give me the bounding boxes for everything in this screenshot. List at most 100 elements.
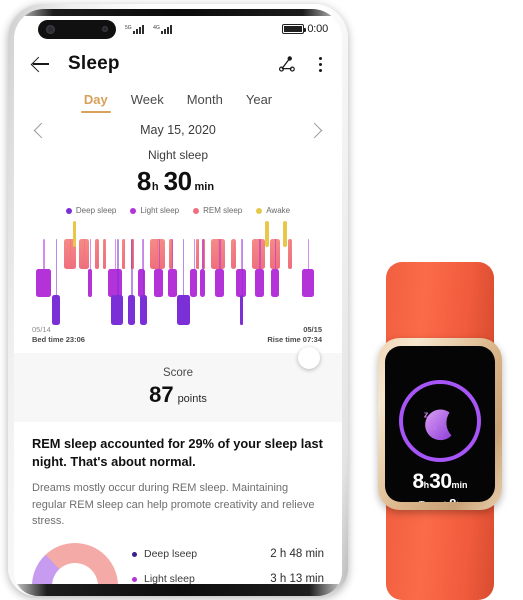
- tab-year[interactable]: Year: [246, 92, 272, 113]
- hypnogram-connector: [158, 239, 160, 297]
- total-sleep-duration: 8h 30 min: [14, 166, 342, 197]
- watch-sleep-duration: 8h30min: [385, 470, 495, 494]
- score-value: 87: [149, 382, 174, 407]
- hypnogram-connector: [241, 239, 243, 325]
- legend-label-light-sleep: Light sleep: [140, 206, 180, 215]
- hypnogram-connector: [69, 239, 72, 269]
- hypnogram-connector: [197, 239, 199, 269]
- camera-lens-icon: [46, 24, 55, 34]
- legend-dot-rem-sleep: [193, 207, 200, 214]
- legend-dot-awake: [256, 207, 263, 214]
- hypnogram-connector: [117, 239, 119, 325]
- sleep-minutes-unit: min: [194, 181, 215, 193]
- score-unit: points: [177, 393, 207, 405]
- watch-hours-value: 8: [412, 470, 424, 493]
- sleep-insight-section: REM sleep accounted for 29% of your slee…: [14, 422, 342, 529]
- signal-bars-icon-1: [133, 24, 145, 34]
- tab-day[interactable]: Day: [80, 92, 111, 113]
- bedtime-block: 05/14 Bed time 23:06: [32, 325, 85, 344]
- svg-text:z: z: [424, 409, 429, 420]
- scroll-fab-button[interactable]: [298, 347, 320, 369]
- score-value-row: 87 points: [14, 382, 342, 408]
- more-options-icon[interactable]: [315, 54, 326, 75]
- signal-indicator-2: 4G: [153, 24, 173, 34]
- hypnogram-segment: [283, 221, 287, 247]
- signal-indicator-1: 5G: [125, 24, 145, 34]
- hypnogram-segment: [72, 221, 77, 247]
- risetime-date: 05/15: [303, 325, 322, 334]
- insight-headline: REM sleep accounted for 29% of your slee…: [32, 436, 323, 470]
- stat-label-deep-sleep: Deep lseep: [144, 548, 198, 561]
- legend-label-awake: Awake: [266, 206, 291, 215]
- date-navigator: May 15, 2020: [14, 113, 342, 138]
- table-row: Deep lseep 2 h 48 min: [132, 548, 324, 560]
- camera-lens-secondary-icon: [102, 26, 108, 32]
- signal-bars-icon-2: [161, 24, 173, 34]
- chart-legend: Deep sleep Light sleep REM sleep Awake: [14, 206, 342, 215]
- sleep-hours-unit: h: [151, 181, 159, 193]
- watch-screen[interactable]: z z z 8h30min Target 8h: [385, 346, 495, 502]
- phone-bottom-bezel: [14, 584, 342, 596]
- hypnogram-connector: [202, 239, 204, 297]
- legend-label-rem-sleep: REM sleep: [203, 206, 243, 215]
- status-bar: 5G 4G 0:00: [14, 16, 342, 42]
- hypnogram-connector: [55, 239, 58, 325]
- chart-footer: 05/14 Bed time 23:06 05/15 Rise time 07:…: [14, 325, 342, 353]
- hypnogram-connector: [96, 239, 99, 269]
- legend-item-rem-sleep: REM sleep: [193, 206, 242, 215]
- status-bar-right: 0:00: [282, 23, 328, 35]
- watch-target-label: Target: [419, 500, 447, 502]
- chevron-right-icon[interactable]: [306, 122, 323, 138]
- hypnogram-plot-area: [30, 221, 326, 329]
- legend-dot-deep-sleep: [65, 207, 72, 214]
- share-icon[interactable]: [276, 53, 298, 75]
- chevron-left-icon[interactable]: [33, 122, 50, 138]
- back-arrow-icon[interactable]: [28, 51, 54, 77]
- smartwatch-device: z z z 8h30min Target 8h: [378, 262, 502, 600]
- hypnogram-connector: [219, 239, 221, 297]
- svg-text:z: z: [429, 417, 433, 426]
- hypnogram-connector: [193, 239, 195, 297]
- bedtime-date: 05/14: [32, 325, 51, 334]
- app-header: Sleep: [14, 42, 342, 86]
- stat-value-deep-sleep: 2 h 48 min: [270, 548, 324, 561]
- score-label: Score: [162, 367, 194, 379]
- camera-punchhole: [38, 19, 116, 39]
- sleep-minutes-value: 30: [163, 166, 192, 196]
- hypnogram-connector: [89, 239, 92, 297]
- hypnogram-segment: [265, 221, 269, 247]
- hypnogram-connector: [259, 239, 261, 297]
- period-tabs: Day Week Month Year: [14, 86, 342, 113]
- legend-label-deep-sleep: Deep sleep: [75, 206, 117, 215]
- hypnogram-connector: [132, 239, 134, 269]
- tab-week[interactable]: Week: [131, 92, 164, 113]
- phone-screen: 5G 4G 0:00 Sleep Day Week Month Year May…: [14, 9, 342, 596]
- stat-dot-deep-sleep: [132, 551, 137, 557]
- battery-icon: [282, 24, 307, 34]
- hypnogram-connector: [203, 239, 205, 269]
- legend-item-light-sleep: Light sleep: [130, 206, 179, 215]
- risetime-block: 05/15 Rise time 07:34: [267, 325, 322, 344]
- sleeping-moon-icon: z z z: [424, 409, 452, 441]
- watch-target-unit: h: [456, 500, 461, 502]
- hypnogram-connector: [233, 239, 235, 269]
- watch-target-row: Target 8h: [385, 496, 495, 502]
- score-card: Score 87 points: [14, 353, 342, 422]
- watch-case: z z z 8h30min Target 8h: [378, 338, 502, 510]
- watch-band-bottom: [386, 500, 494, 600]
- sleep-hours-value: 8: [136, 166, 151, 196]
- current-date-label: May 15, 2020: [140, 123, 216, 137]
- svg-text:z: z: [433, 426, 436, 432]
- sleep-hypnogram-chart[interactable]: [14, 221, 342, 329]
- watch-minutes-value: 30: [429, 470, 452, 493]
- legend-item-deep-sleep: Deep sleep: [65, 206, 117, 215]
- page-title: Sleep: [68, 53, 120, 74]
- legend-dot-light-sleep: [130, 207, 137, 214]
- phone-device: 5G 4G 0:00 Sleep Day Week Month Year May…: [8, 4, 348, 596]
- tab-month[interactable]: Month: [187, 92, 223, 113]
- hypnogram-connector: [274, 239, 277, 297]
- signal-label-2: 4G: [153, 24, 160, 31]
- hypnogram-connector: [123, 239, 125, 269]
- legend-item-awake: Awake: [256, 206, 290, 215]
- insight-body: Dreams mostly occur during REM sleep. Ma…: [32, 482, 315, 527]
